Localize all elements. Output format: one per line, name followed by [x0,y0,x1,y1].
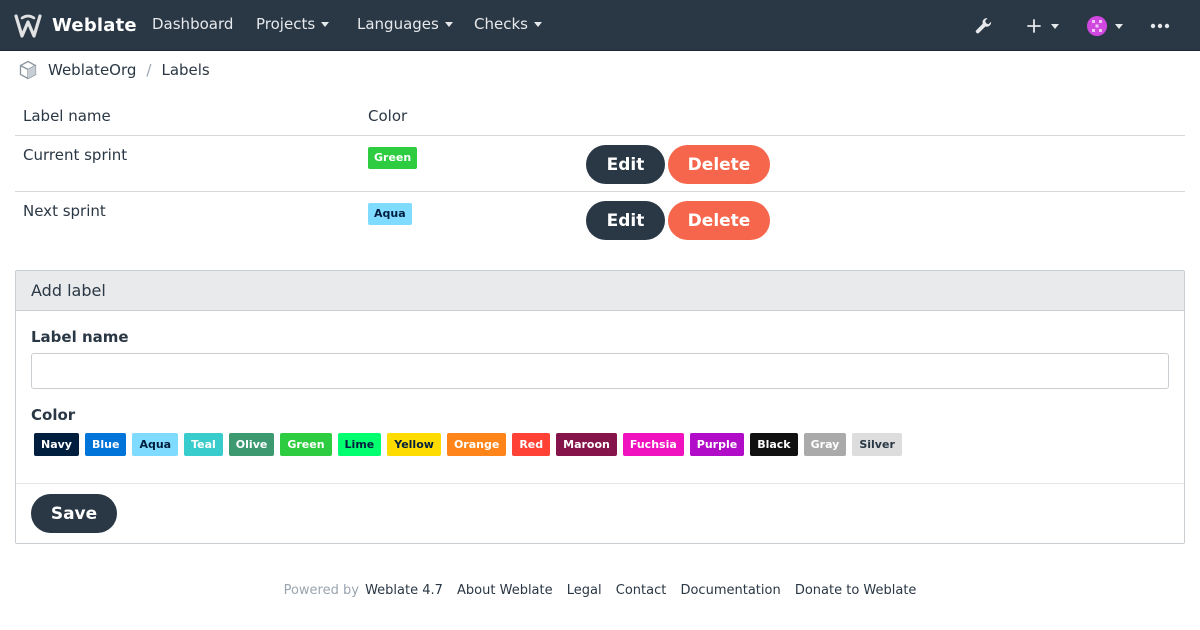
edit-label-button[interactable]: Edit [586,201,665,240]
breadcrumb-org-link[interactable]: WeblateOrg [48,61,136,79]
label-color-badge: Aqua [368,203,412,225]
more-icon [1150,23,1170,28]
chevron-down-icon [444,22,453,27]
labels-table: Label name Color Current sprint Green Ed… [15,98,1185,248]
color-option-yellow[interactable]: Yellow [387,433,441,456]
color-option-gray[interactable]: Gray [803,433,847,456]
table-row: Current sprint Green Edit Delete [15,136,1185,192]
color-picker: Navy Blue Aqua Teal Olive Green Lime Yel… [34,433,902,456]
label-name-input[interactable] [31,353,1169,389]
avatar-icon [1087,15,1107,36]
breadcrumb-separator: / [146,61,152,79]
powered-by-text: Powered by [283,583,359,598]
header-label-name: Label name [23,107,111,125]
panel-title: Add label [31,281,106,300]
panel-footer: Save [16,483,1184,543]
color-option-maroon[interactable]: Maroon [556,433,617,456]
breadcrumb-current-page[interactable]: Labels [161,61,209,79]
chevron-down-icon [533,22,542,27]
label-name-cell: Current sprint [23,146,128,164]
plus-icon [1027,18,1041,33]
color-option-black[interactable]: Black [750,433,798,456]
delete-label-button[interactable]: Delete [668,145,770,184]
nav-checks-dropdown[interactable]: Checks [474,15,542,33]
nav-languages-label: Languages [357,15,439,33]
color-option-red[interactable]: Red [512,433,551,456]
nav-dashboard[interactable]: Dashboard [152,15,233,33]
breadcrumb: WeblateOrg / Labels [18,60,210,80]
weblate-logo-icon [14,13,42,38]
color-option-fuchsia[interactable]: Fuchsia [622,433,684,456]
color-option-lime[interactable]: Lime [337,433,382,456]
nav-projects-dropdown[interactable]: Projects [256,15,330,33]
footer-version-link[interactable]: Weblate 4.7 [365,583,443,598]
more-menu-button[interactable] [1150,0,1170,51]
chevron-down-icon [1115,23,1123,29]
nav-checks-label: Checks [474,15,528,33]
edit-label-button[interactable]: Edit [586,145,665,184]
label-color-badge: Green [368,147,418,169]
nav-languages-dropdown[interactable]: Languages [357,15,453,33]
label-name-cell: Next sprint [23,202,106,220]
color-option-teal[interactable]: Teal [184,433,223,456]
color-option-navy[interactable]: Navy [34,433,79,456]
color-field-label: Color [31,406,76,424]
footer-link-donate[interactable]: Donate to Weblate [795,583,917,598]
color-option-purple[interactable]: Purple [689,433,745,456]
color-option-blue[interactable]: Blue [84,433,127,456]
footer-link-about[interactable]: About Weblate [457,583,553,598]
add-menu-button[interactable] [1026,0,1059,51]
color-option-aqua[interactable]: Aqua [132,433,179,456]
color-option-silver[interactable]: Silver [852,433,902,456]
brand-link[interactable]: Weblate [14,12,137,39]
table-header: Label name Color [15,98,1185,136]
brand-name: Weblate [52,15,137,36]
footer-link-legal[interactable]: Legal [567,583,602,598]
color-option-orange[interactable]: Orange [446,433,507,456]
color-option-olive[interactable]: Olive [228,433,275,456]
top-navbar: Weblate Dashboard Projects Languages Che… [0,0,1200,51]
wrench-icon [975,17,992,33]
table-row: Next sprint Aqua Edit Delete [15,192,1185,248]
panel-heading: Add label [16,271,1184,311]
page-footer: Powered by Weblate 4.7 About Weblate Leg… [0,583,1200,598]
chevron-down-icon [321,22,330,27]
nav-dashboard-label: Dashboard [152,15,234,33]
header-color: Color [368,107,408,125]
delete-label-button[interactable]: Delete [668,201,770,240]
chevron-down-icon [1051,23,1059,29]
footer-link-documentation[interactable]: Documentation [680,583,780,598]
label-name-field-label: Label name [31,328,129,346]
add-label-panel: Add label Label name Color Navy Blue Aqu… [15,270,1185,544]
save-button[interactable]: Save [31,494,117,533]
organization-icon [19,60,37,80]
nav-projects-label: Projects [256,15,316,33]
user-menu-button[interactable] [1087,0,1123,51]
color-option-green[interactable]: Green [280,433,332,456]
tools-button[interactable] [974,0,994,51]
footer-link-contact[interactable]: Contact [616,583,667,598]
